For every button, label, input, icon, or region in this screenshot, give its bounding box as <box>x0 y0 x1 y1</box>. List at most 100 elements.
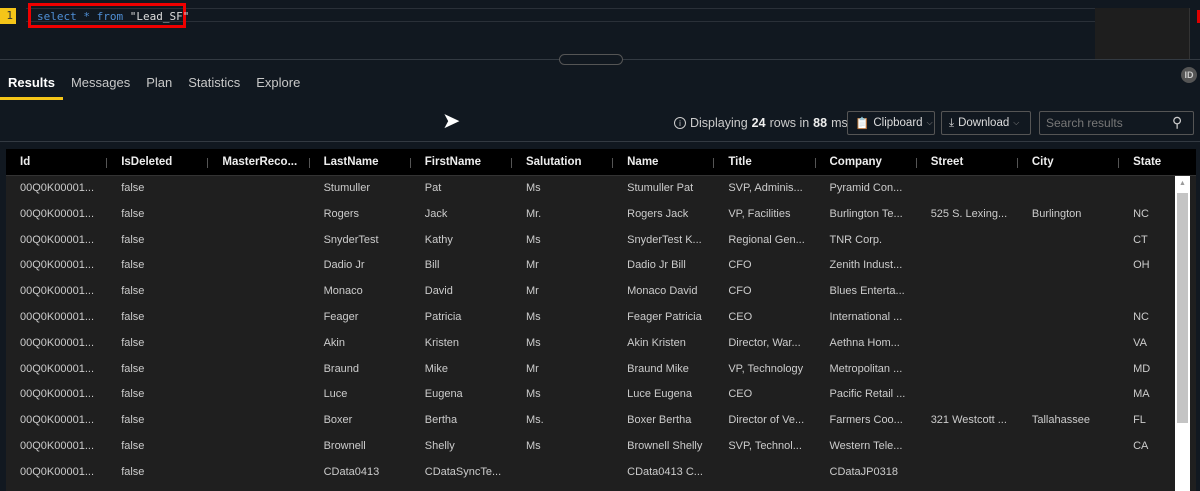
download-button[interactable]: ⤓ Download ⌵ <box>941 111 1031 135</box>
query-editor[interactable]: 1 select * from "Lead_SF" <box>0 0 1200 60</box>
table-cell[interactable]: Stumuller Pat <box>613 176 714 202</box>
table-cell[interactable]: 525 S. Lexing... <box>917 202 1018 228</box>
table-cell[interactable]: Akin Kristen <box>613 331 714 357</box>
table-cell[interactable]: 00Q0K00001... <box>6 176 107 202</box>
table-cell[interactable] <box>208 279 309 305</box>
table-cell[interactable]: Burlington <box>1018 202 1119 228</box>
tab-results[interactable]: Results <box>0 72 63 100</box>
table-cell[interactable]: Farmers Coo... <box>816 408 917 434</box>
table-row[interactable]: 00Q0K00001... false Monaco David Mr Monaco Da… <box>6 279 1196 305</box>
table-cell[interactable] <box>1018 228 1119 254</box>
table-cell[interactable]: Metropolitan ... <box>816 357 917 383</box>
table-cell[interactable]: Ms <box>512 176 613 202</box>
tab-explore[interactable]: Explore <box>248 72 308 100</box>
table-cell[interactable]: Zenith Indust... <box>816 253 917 279</box>
table-cell[interactable]: false <box>107 357 208 383</box>
table-cell[interactable]: Feager <box>310 305 411 331</box>
table-cell[interactable]: Dadio Jr <box>310 253 411 279</box>
table-cell[interactable]: Monaco <box>310 279 411 305</box>
table-cell[interactable]: Kristen <box>411 331 512 357</box>
table-cell[interactable]: Brownell Shelly <box>613 434 714 460</box>
tab-messages[interactable]: Messages <box>63 72 138 100</box>
table-cell[interactable]: Pacific Retail ... <box>816 382 917 408</box>
table-cell[interactable] <box>1018 176 1119 202</box>
table-cell[interactable]: Patricia <box>411 305 512 331</box>
column-header[interactable]: FirstName <box>411 149 513 175</box>
table-cell[interactable] <box>917 382 1018 408</box>
table-cell[interactable]: 00Q0K00001... <box>6 331 107 357</box>
table-cell[interactable]: 00Q0K00001... <box>6 434 107 460</box>
id-icon[interactable]: ID <box>1181 67 1197 83</box>
table-cell[interactable]: Braund <box>310 357 411 383</box>
table-row[interactable]: 00Q0K00001... false CData0413 CDataSyncTe..… <box>6 460 1196 486</box>
table-cell[interactable] <box>1018 279 1119 305</box>
scroll-up-icon[interactable]: ▲ <box>1179 180 1186 187</box>
table-cell[interactable] <box>917 331 1018 357</box>
table-cell[interactable]: false <box>107 253 208 279</box>
table-cell[interactable]: Western Tele... <box>816 434 917 460</box>
table-cell[interactable]: CDataJP0318 <box>816 460 917 486</box>
table-cell[interactable]: Boxer <box>310 408 411 434</box>
table-cell[interactable]: Jack <box>411 202 512 228</box>
table-cell[interactable]: CFO <box>714 279 815 305</box>
table-cell[interactable]: Ms. <box>512 408 613 434</box>
column-header[interactable]: State <box>1119 149 1196 175</box>
table-cell[interactable]: VP, Technology <box>714 357 815 383</box>
column-header[interactable]: Id <box>6 149 108 175</box>
table-cell[interactable]: Stumuller <box>310 176 411 202</box>
table-cell[interactable]: CDataSyncTe... <box>411 460 512 486</box>
table-row[interactable]: 00Q0K00001... false Brownell Shelly Ms Browne… <box>6 434 1196 460</box>
column-header[interactable]: Salutation <box>512 149 614 175</box>
table-cell[interactable]: SnyderTest <box>310 228 411 254</box>
table-cell[interactable]: Bertha <box>411 408 512 434</box>
column-header[interactable]: Title <box>714 149 816 175</box>
table-cell[interactable]: false <box>107 202 208 228</box>
table-cell[interactable]: Aethna Hom... <box>816 331 917 357</box>
table-cell[interactable] <box>1018 253 1119 279</box>
table-cell[interactable]: SVP, Adminis... <box>714 176 815 202</box>
table-cell[interactable]: Kathy <box>411 228 512 254</box>
table-row[interactable]: 00Q0K00001... false Boxer Bertha Ms. Boxer Be… <box>6 408 1196 434</box>
table-cell[interactable] <box>208 228 309 254</box>
table-cell[interactable] <box>1018 331 1119 357</box>
table-cell[interactable] <box>1018 305 1119 331</box>
table-cell[interactable] <box>208 357 309 383</box>
table-cell[interactable]: 00Q0K00001... <box>6 253 107 279</box>
scrollbar-thumb[interactable] <box>1177 193 1188 423</box>
table-cell[interactable] <box>1018 382 1119 408</box>
table-cell[interactable]: Director, War... <box>714 331 815 357</box>
table-cell[interactable]: CEO <box>714 305 815 331</box>
table-cell[interactable] <box>917 305 1018 331</box>
table-cell[interactable] <box>917 279 1018 305</box>
table-cell[interactable]: Rogers Jack <box>613 202 714 228</box>
table-cell[interactable] <box>714 460 815 486</box>
table-cell[interactable] <box>208 382 309 408</box>
table-cell[interactable]: Burlington Te... <box>816 202 917 228</box>
table-row[interactable]: 00Q0K00001... false Feager Patricia Ms Feager… <box>6 305 1196 331</box>
table-cell[interactable]: 00Q0K00001... <box>6 460 107 486</box>
table-cell[interactable]: Bill <box>411 253 512 279</box>
table-cell[interactable]: CFO <box>714 253 815 279</box>
table-cell[interactable] <box>208 408 309 434</box>
table-cell[interactable]: Luce Eugena <box>613 382 714 408</box>
table-cell[interactable]: 00Q0K00001... <box>6 279 107 305</box>
table-cell[interactable]: David <box>411 279 512 305</box>
table-cell[interactable]: Boxer Bertha <box>613 408 714 434</box>
clipboard-button[interactable]: 📋 Clipboard ⌵ <box>847 111 935 135</box>
table-cell[interactable]: 00Q0K00001... <box>6 382 107 408</box>
table-cell[interactable]: Braund Mike <box>613 357 714 383</box>
table-cell[interactable]: Director of Ve... <box>714 408 815 434</box>
table-cell[interactable]: Mr <box>512 253 613 279</box>
table-cell[interactable]: TNR Corp. <box>816 228 917 254</box>
query-text[interactable]: select * from "Lead_SF" <box>28 3 189 28</box>
search-icon[interactable]: ⚲ <box>1172 114 1182 131</box>
table-cell[interactable]: CData0413 <box>310 460 411 486</box>
column-header[interactable]: City <box>1018 149 1120 175</box>
table-cell[interactable]: 00Q0K00001... <box>6 228 107 254</box>
table-cell[interactable] <box>512 460 613 486</box>
table-cell[interactable] <box>208 202 309 228</box>
table-cell[interactable]: Dadio Jr Bill <box>613 253 714 279</box>
table-cell[interactable] <box>208 434 309 460</box>
table-cell[interactable]: International ... <box>816 305 917 331</box>
table-cell[interactable]: Akin <box>310 331 411 357</box>
